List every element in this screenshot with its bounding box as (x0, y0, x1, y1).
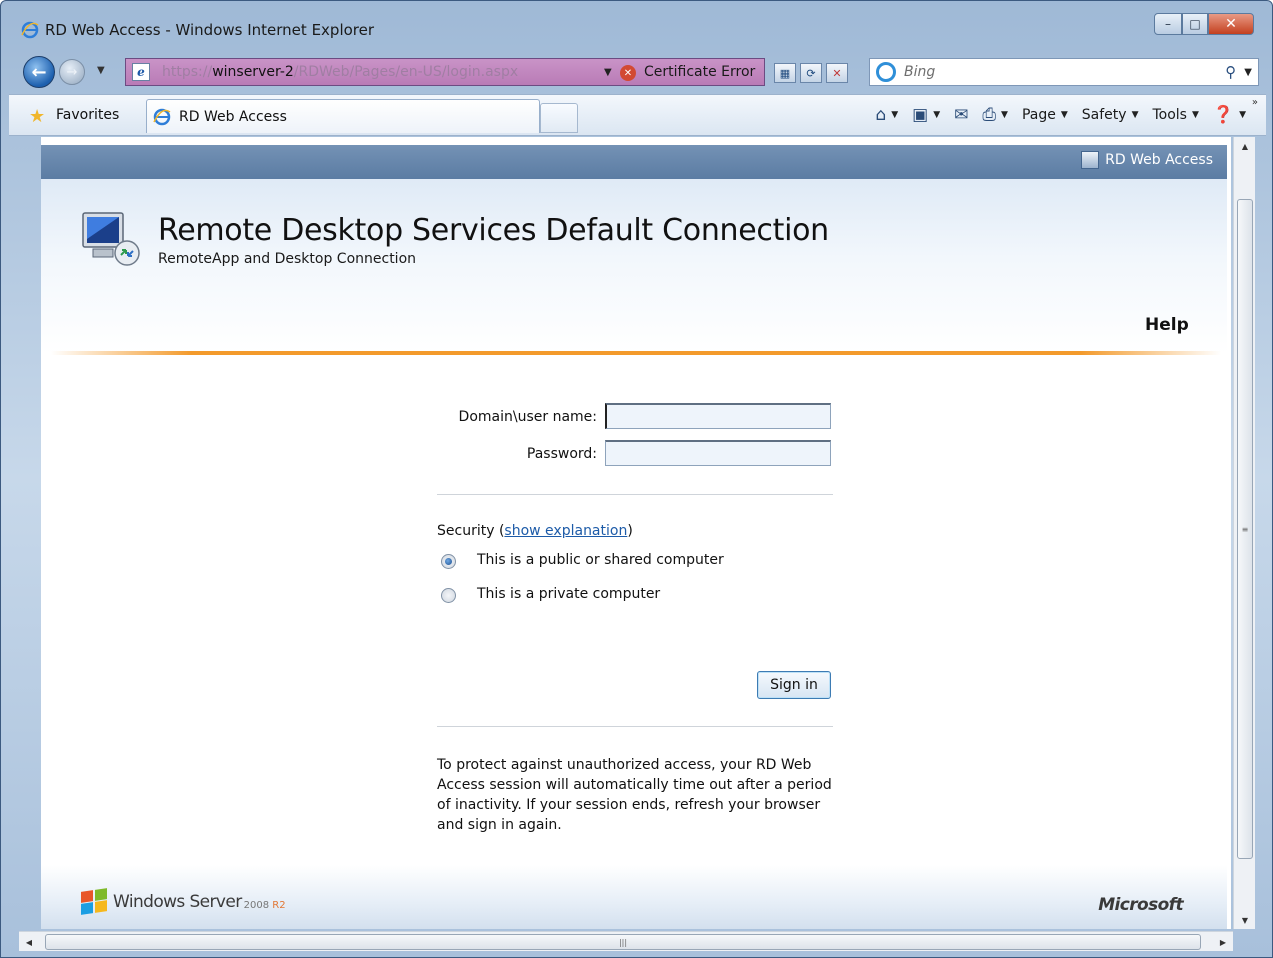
help-link[interactable]: Help (1145, 315, 1189, 335)
home-button[interactable]: ⌂ ▼ (875, 105, 898, 125)
favorites-bar: ★ Favorites RD Web Access ⌂ ▼ ▣ ▼ ✉ ⎙ ▼ Pag… (9, 94, 1266, 136)
windows-server-logo: Windows Server 2008 R2 (81, 888, 286, 915)
minimize-button[interactable]: – (1154, 13, 1182, 35)
page-menu[interactable]: Page ▼ (1022, 107, 1068, 123)
tab-rd-web-access[interactable]: RD Web Access (146, 99, 540, 133)
header-strip: RD Web Access (41, 145, 1227, 179)
chevron-down-icon: ▼ (1001, 110, 1008, 120)
page-subtitle: RemoteApp and Desktop Connection (158, 251, 417, 267)
windows-server-version: 2008 R2 (243, 899, 286, 911)
session-timeout-notice: To protect against unauthorized access, … (437, 757, 832, 833)
search-box[interactable]: b Bing ⚲ ▼ (869, 58, 1259, 86)
tab-label: RD Web Access (179, 109, 287, 125)
recent-pages-dropdown[interactable]: ▼ (97, 65, 105, 76)
close-button[interactable]: ✕ (1208, 13, 1254, 35)
certificate-error-label[interactable]: Certificate Error (644, 64, 755, 80)
chevron-down-icon: ▼ (1060, 110, 1068, 120)
username-label: Domain\user name: (458, 409, 597, 425)
vertical-scrollbar[interactable]: ▲ ≡ ▼ (1233, 137, 1255, 929)
maximize-button[interactable]: □ (1182, 13, 1208, 35)
security-heading: Security (show explanation) (437, 523, 633, 539)
public-computer-label[interactable]: This is a public or shared computer (477, 552, 724, 568)
help-icon: ❓ (1212, 105, 1235, 125)
search-options-dropdown[interactable]: ▼ (1244, 67, 1252, 78)
page-title: Remote Desktop Services Default Connecti… (158, 213, 829, 248)
address-url[interactable]: https://winserver-2/RDWeb/Pages/en-US/lo… (162, 64, 518, 80)
private-computer-label[interactable]: This is a private computer (477, 586, 660, 602)
read-mail-button[interactable]: ✉ (954, 105, 968, 125)
more-commands-chevron-icon[interactable]: » (1252, 97, 1258, 108)
windows-server-label: Windows Server (113, 892, 242, 912)
password-label: Password: (526, 446, 597, 462)
feeds-button[interactable]: ▣ ▼ (912, 105, 940, 125)
forward-arrow-icon: → (66, 64, 78, 80)
username-input[interactable] (605, 403, 831, 429)
refresh-icon[interactable]: ⟳ (800, 63, 822, 83)
scroll-up-arrow-icon[interactable]: ▲ (1234, 137, 1256, 155)
private-computer-radio[interactable] (441, 588, 456, 603)
chevron-down-icon: ▼ (933, 110, 941, 120)
rd-web-access-icon (1081, 151, 1100, 169)
certificate-error-icon[interactable]: ✕ (620, 65, 636, 81)
safety-menu[interactable]: Safety ▼ (1082, 107, 1139, 123)
command-bar: ⌂ ▼ ▣ ▼ ✉ ⎙ ▼ Page ▼ Safety ▼ Tools ▼ ❓ ▼ (861, 105, 1246, 125)
password-input[interactable] (605, 440, 831, 466)
page-viewport: RD Web Access Remote Desktop Services De… (41, 137, 1231, 929)
rss-feed-icon: ▣ (912, 105, 929, 125)
page-icon: e (132, 63, 150, 81)
address-bar[interactable]: e https://winserver-2/RDWeb/Pages/en-US/… (125, 58, 848, 86)
window-title: RD Web Access - Windows Internet Explore… (45, 21, 375, 39)
chevron-down-icon: ▼ (1191, 110, 1199, 120)
notice-divider (437, 726, 833, 727)
page-footer: Windows Server 2008 R2 Microsoft (41, 865, 1227, 929)
forward-button[interactable]: → (59, 59, 85, 85)
home-icon: ⌂ (875, 105, 887, 125)
scroll-right-arrow-icon[interactable]: ▶ (1213, 932, 1233, 952)
favorites-button[interactable]: Favorites (56, 107, 119, 123)
internet-explorer-icon (21, 21, 39, 39)
browser-window: RD Web Access - Windows Internet Explore… (0, 0, 1273, 958)
windows-flag-icon (81, 888, 109, 915)
new-tab-button[interactable] (540, 103, 578, 133)
search-input[interactable]: Bing (904, 64, 1225, 80)
microsoft-logo: Microsoft (1098, 895, 1183, 915)
scroll-left-arrow-icon[interactable]: ◀ (19, 932, 39, 952)
internet-explorer-icon (153, 108, 171, 126)
search-icon[interactable]: ⚲ (1225, 63, 1236, 81)
favorites-star-icon[interactable]: ★ (29, 106, 45, 127)
horizontal-scrollbar[interactable]: ◀ ||| ▶ (19, 931, 1233, 951)
chevron-down-icon: ▼ (1131, 110, 1139, 120)
title-bar: RD Web Access - Windows Internet Explore… (9, 11, 1266, 51)
back-button[interactable]: ← (23, 56, 55, 88)
back-arrow-icon: ← (31, 61, 47, 83)
form-divider (437, 494, 833, 495)
orange-divider (51, 351, 1221, 355)
bing-icon: b (876, 62, 896, 82)
sign-in-button[interactable]: Sign in (757, 671, 831, 699)
remote-desktop-monitor-icon (82, 212, 140, 266)
printer-icon: ⎙ (982, 105, 997, 125)
address-toolbar: ← → ▼ e https://winserver-2/RDWeb/Pages/… (9, 51, 1266, 93)
tools-menu[interactable]: Tools ▼ (1152, 107, 1198, 123)
scroll-down-arrow-icon[interactable]: ▼ (1234, 911, 1256, 929)
compatibility-view-icon[interactable]: ▦ (774, 63, 796, 83)
chevron-down-icon: ▼ (891, 110, 899, 120)
rd-web-access-link[interactable]: RD Web Access (1081, 151, 1213, 169)
vertical-scroll-thumb[interactable]: ≡ (1237, 199, 1253, 859)
public-computer-radio[interactable] (441, 554, 456, 569)
stop-icon[interactable]: ✕ (826, 63, 848, 83)
print-button[interactable]: ⎙ ▼ (982, 105, 1008, 125)
mail-icon: ✉ (954, 105, 969, 125)
address-dropdown[interactable]: ▼ (604, 67, 612, 78)
horizontal-scroll-thumb[interactable]: ||| (45, 934, 1201, 950)
chevron-down-icon: ▼ (1239, 110, 1246, 120)
help-menu[interactable]: ❓ ▼ (1213, 105, 1246, 125)
window-controls: – □ ✕ (1154, 13, 1254, 35)
show-explanation-link[interactable]: show explanation (504, 523, 627, 539)
